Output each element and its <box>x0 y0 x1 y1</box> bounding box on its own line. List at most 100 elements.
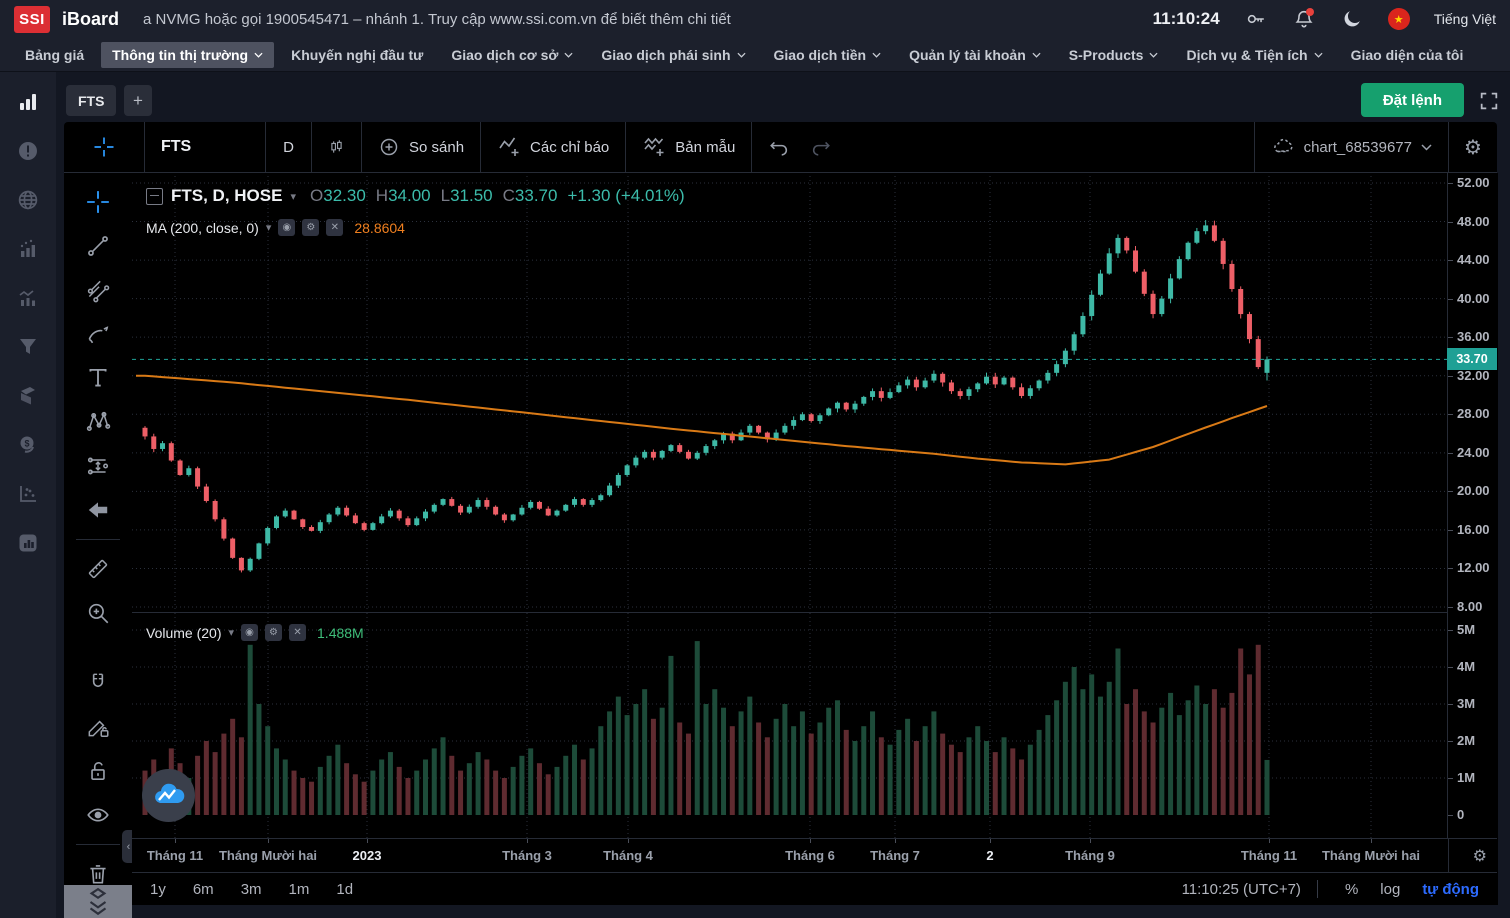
close-value: 33.70 <box>515 186 558 205</box>
sidebar-item-money-flow[interactable]: $ <box>14 431 42 459</box>
nav-item-8[interactable]: Dịch vụ & Tiện ích <box>1175 42 1333 68</box>
brush-tool-icon[interactable] <box>81 317 115 351</box>
magnet-mode-icon[interactable] <box>81 666 115 700</box>
vietnam-flag-icon[interactable]: ★ <box>1388 8 1410 30</box>
pitchfork-tool-icon[interactable] <box>81 273 115 307</box>
nav-item-5[interactable]: Giao dịch tiền <box>763 42 893 68</box>
ma-visibility-icon[interactable]: ◉ <box>278 219 295 236</box>
nav-item-6[interactable]: Quản lý tài khoản <box>898 42 1052 68</box>
lock-all-drawings-icon[interactable] <box>81 754 115 788</box>
compare-button[interactable]: So sánh <box>362 122 481 172</box>
hide-all-drawings-eye-icon[interactable] <box>81 798 115 832</box>
templates-button[interactable]: Bản mẫu <box>626 122 752 172</box>
volume-indicator-legend: Volume (20) ▾ ◉ ⚙ ✕ 1.488M <box>146 624 364 641</box>
range-button-1m[interactable]: 1m <box>289 881 310 898</box>
notification-dot <box>1306 8 1314 16</box>
sidebar-item-market-chart[interactable] <box>14 88 42 116</box>
nav-item-9[interactable]: Giao diện của tôi <box>1340 42 1475 68</box>
sidebar-item-rankings[interactable] <box>14 235 42 263</box>
range-button-1d[interactable]: 1d <box>336 881 353 898</box>
redo-icon[interactable] <box>810 136 832 158</box>
measure-ruler-icon[interactable] <box>81 552 115 586</box>
dark-mode-moon-icon[interactable] <box>1340 7 1364 31</box>
time-axis[interactable]: ⚙ Tháng 11Tháng Mười hai2023Tháng 3Tháng… <box>132 838 1497 873</box>
axis-tick <box>1448 260 1453 261</box>
sidebar-item-handbook[interactable] <box>14 382 42 410</box>
nav-item-4[interactable]: Giao dịch phái sinh <box>590 42 756 68</box>
object-tree-button[interactable] <box>64 885 132 918</box>
drawing-mode-lock-pencil-icon[interactable] <box>81 710 115 744</box>
chart-layout-menu[interactable]: chart_68539677 <box>1255 122 1449 172</box>
place-order-button[interactable]: Đặt lệnh <box>1361 83 1464 117</box>
chart-toolbar: FTS D So sánh Các chỉ báo Bản mẫu chart_… <box>64 122 1497 173</box>
sidebar-item-widgets[interactable] <box>14 529 42 557</box>
tab-fts[interactable]: FTS <box>66 85 116 116</box>
axis-tick <box>1448 376 1453 377</box>
crosshair-tool-icon[interactable] <box>81 185 115 219</box>
hide-drawings-arrow-icon[interactable] <box>81 493 115 527</box>
sidebar-item-technical-analysis[interactable] <box>14 284 42 312</box>
legend-title[interactable]: FTS, D, HOSE <box>171 186 282 206</box>
range-button-3m[interactable]: 3m <box>241 881 262 898</box>
add-tab-button[interactable]: + <box>124 85 152 116</box>
axis-tick <box>1448 778 1453 779</box>
price-pane[interactable] <box>132 176 1447 612</box>
sidebar-item-world-indices[interactable] <box>14 186 42 214</box>
fullscreen-icon[interactable] <box>1476 88 1502 114</box>
projection-tool-icon[interactable] <box>81 449 115 483</box>
ma-remove-icon[interactable]: ✕ <box>326 219 343 236</box>
collapse-legend-icon[interactable] <box>146 188 163 205</box>
chart-clock[interactable]: 11:10:25 (UTC+7) <box>1182 881 1301 898</box>
xabcd-pattern-tool-icon[interactable] <box>81 405 115 439</box>
chart-style-button[interactable] <box>312 122 362 172</box>
volume-remove-icon[interactable]: ✕ <box>289 624 306 641</box>
nav-item-0[interactable]: Bảng giá <box>14 42 95 68</box>
nav-item-3[interactable]: Giao dịch cơ sở <box>440 42 584 68</box>
ssi-iboard-app: SSI iBoard a NVMG hoặc gọi 1900545471 – … <box>0 0 1510 918</box>
symbol-search-button[interactable]: FTS <box>145 122 266 172</box>
zoom-in-tool-icon[interactable] <box>81 596 115 630</box>
app-title: iBoard <box>62 9 119 30</box>
range-button-1y[interactable]: 1y <box>150 881 166 898</box>
log-scale-button[interactable]: log <box>1380 881 1400 898</box>
nav-item-1[interactable]: Thông tin thị trường <box>101 42 274 68</box>
timezone-settings-gear-icon[interactable]: ⚙ <box>1473 846 1487 866</box>
axis-tick <box>1448 741 1453 742</box>
interval-button[interactable]: D <box>266 122 312 172</box>
pane-separator[interactable] <box>132 612 1447 613</box>
time-label-4: Tháng 4 <box>558 848 698 863</box>
volume-settings-icon[interactable]: ⚙ <box>265 624 282 641</box>
percent-scale-button[interactable]: % <box>1345 881 1358 898</box>
high-value: 34.00 <box>388 186 431 205</box>
volume-label[interactable]: Volume (20) <box>146 625 221 641</box>
chart-settings-gear-icon[interactable]: ⚙ <box>1449 122 1497 172</box>
sidebar-item-stock-screener[interactable] <box>14 333 42 361</box>
crosshair-mode-button[interactable] <box>64 122 145 172</box>
legend-caret-icon: ▾ <box>290 190 296 203</box>
volume-visibility-icon[interactable]: ◉ <box>241 624 258 641</box>
text-tool-icon[interactable] <box>81 361 115 395</box>
language-label[interactable]: Tiếng Việt <box>1434 11 1496 27</box>
ma-label[interactable]: MA (200, close, 0) <box>146 220 259 236</box>
sidebar-item-correlation[interactable] <box>14 480 42 508</box>
notifications-bell-icon[interactable] <box>1292 7 1316 31</box>
axis-tick <box>1448 667 1453 668</box>
undo-icon[interactable] <box>768 136 790 158</box>
nav-item-7[interactable]: S-Products <box>1058 42 1170 68</box>
indicators-button[interactable]: Các chỉ báo <box>481 122 626 172</box>
price-tick-16.00: 16.00 <box>1457 522 1490 538</box>
time-tick <box>1269 839 1270 843</box>
key-icon[interactable] <box>1244 7 1268 31</box>
volume-tick-0: 0 <box>1457 807 1464 823</box>
ma-settings-icon[interactable]: ⚙ <box>302 219 319 236</box>
price-axis[interactable]: 52.0048.0044.0040.0036.0032.0028.0024.00… <box>1447 173 1498 905</box>
axis-tick <box>1448 607 1453 608</box>
auto-scale-button[interactable]: tự động <box>1422 881 1479 898</box>
range-button-6m[interactable]: 6m <box>193 881 214 898</box>
nav-item-2[interactable]: Khuyến nghị đầu tư <box>280 42 434 68</box>
trend-line-tool-icon[interactable] <box>81 229 115 263</box>
sidebar-item-alerts[interactable] <box>14 137 42 165</box>
ssi-logo[interactable]: SSI <box>14 6 50 33</box>
time-tick <box>628 839 629 843</box>
volume-pane[interactable] <box>132 613 1447 838</box>
